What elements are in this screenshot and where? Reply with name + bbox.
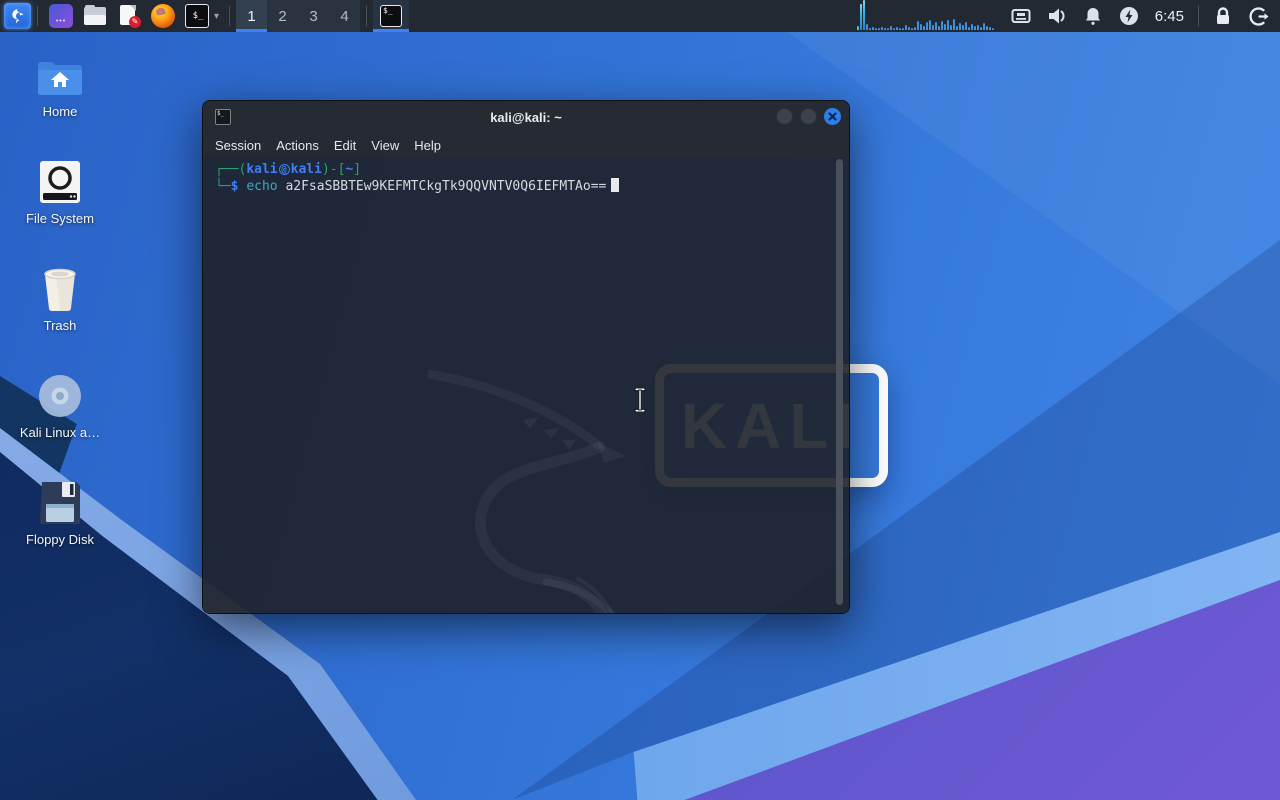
app-launcher-icon[interactable]: •••	[49, 4, 73, 28]
panel-separator	[1198, 6, 1199, 26]
desktop-icon-floppy[interactable]: Floppy Disk	[12, 474, 108, 547]
workspace-1[interactable]: 1	[236, 0, 268, 32]
workspace-switcher: 1 2 3 4	[236, 0, 361, 32]
terminal-window-icon: $_	[215, 109, 231, 125]
menu-view[interactable]: View	[371, 138, 399, 153]
menu-help[interactable]: Help	[414, 138, 441, 153]
command-argument: a2FsaSBBTEw9KEFMTCkgTk9QQVNTV0Q6IEFMTAo=	[285, 179, 599, 194]
at-symbol: @	[278, 164, 290, 175]
text-editor-icon[interactable]: ✎	[117, 4, 141, 28]
file-system-drive-icon	[12, 153, 108, 205]
prompt-line-2: └─$ echo a2FsaSBBTEw9KEFMTCkgTk9QQVNTV0Q…	[215, 178, 849, 195]
workspace-3[interactable]: 3	[298, 0, 329, 32]
window-title: kali@kali: ~	[490, 109, 562, 125]
terminal-menubar: Session Actions Edit View Help	[203, 133, 849, 157]
close-button[interactable]	[824, 108, 841, 125]
desktop-icon-label: File System	[26, 211, 94, 226]
cd-disc-icon	[12, 367, 108, 419]
kali-dragon-icon	[11, 8, 24, 24]
logout-icon[interactable]	[1248, 5, 1270, 27]
close-icon	[828, 112, 837, 121]
volume-icon[interactable]	[1046, 5, 1068, 27]
command-text: echo	[246, 179, 278, 194]
taskbar-terminal-button[interactable]: $_	[373, 0, 410, 32]
clock[interactable]: 6:45	[1155, 8, 1184, 25]
panel-separator	[229, 6, 231, 26]
lock-icon[interactable]	[1212, 5, 1234, 27]
system-monitor[interactable]	[856, 0, 995, 32]
notifications-bell-icon[interactable]	[1082, 5, 1104, 27]
menu-edit[interactable]: Edit	[334, 138, 356, 153]
desktop-icon-file-system[interactable]: File System	[12, 153, 108, 226]
desktop-icon-label: Home	[42, 104, 78, 119]
terminal-scrollbar[interactable]	[836, 159, 843, 605]
panel-separator	[366, 6, 368, 26]
menu-session[interactable]: Session	[215, 138, 261, 153]
menu-actions[interactable]: Actions	[276, 138, 319, 153]
network-icon[interactable]	[1010, 5, 1032, 27]
terminal-window: $_ kali@kali: ~ Session Actions Edit Vie…	[202, 100, 850, 614]
desktop-icon-trash[interactable]: Trash	[12, 260, 108, 333]
kali-menu-button[interactable]	[4, 3, 31, 29]
terminal-launcher-icon[interactable]: $_	[185, 4, 209, 28]
floppy-disk-icon	[12, 474, 108, 526]
desktop-icon-label: Trash	[43, 318, 77, 333]
prompt-line-1: ┌──(kali @ kali)-[~]	[215, 162, 362, 177]
maximize-button[interactable]	[800, 108, 817, 125]
ibeam-cursor	[634, 387, 646, 413]
kali-dragon-watermark	[428, 369, 626, 613]
desktop-icon-kali-cd[interactable]: Kali Linux a…	[12, 367, 108, 440]
desktop-icon-label: Floppy Disk	[26, 532, 94, 547]
power-manager-icon[interactable]	[1118, 5, 1140, 27]
top-panel: ••• ✎ $_ ▾ 1 2 3 4 $_ 6:45	[0, 0, 1280, 32]
panel-separator	[37, 6, 38, 26]
desktop-root: KALI Home File System	[0, 0, 1280, 800]
terminal-block-cursor	[611, 178, 620, 192]
chevron-down-icon[interactable]: ▾	[214, 11, 219, 22]
trash-icon	[12, 260, 108, 312]
home-folder-icon	[12, 46, 108, 98]
minimize-button[interactable]	[776, 108, 793, 125]
terminal-content[interactable]: ┌──(kali @ kali)-[~] └─$ echo a2FsaSBBTEw9…	[203, 157, 849, 613]
firefox-icon[interactable]	[151, 4, 175, 28]
desktop-icon-label: Kali Linux a…	[19, 425, 101, 440]
workspace-4[interactable]: 4	[329, 0, 360, 32]
workspace-2[interactable]: 2	[267, 0, 298, 32]
desktop-icon-home[interactable]: Home	[12, 46, 108, 119]
terminal-titlebar[interactable]: $_ kali@kali: ~	[203, 101, 849, 133]
terminal-icon: $_	[380, 5, 403, 27]
file-manager-icon[interactable]	[83, 4, 107, 28]
